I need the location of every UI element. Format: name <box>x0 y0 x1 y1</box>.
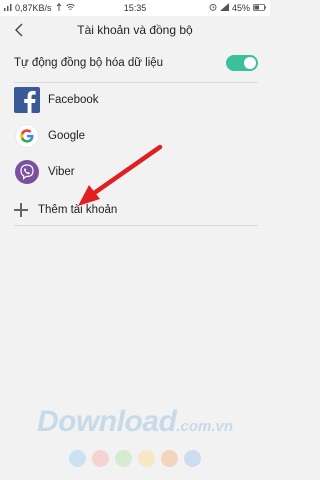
account-name: Google <box>48 130 86 142</box>
account-name: Facebook <box>48 94 99 106</box>
status-bar: 0,87KB/s 15:35 45% <box>0 0 270 16</box>
account-name: Viber <box>48 166 75 178</box>
auto-sync-row: Tự động đồng bộ hóa dữ liệu <box>14 50 258 76</box>
watermark: Download.com.vn <box>0 405 270 439</box>
watermark-dot <box>115 450 132 467</box>
viber-icon <box>14 159 40 185</box>
auto-sync-label: Tự động đồng bộ hóa dữ liệu <box>14 57 164 69</box>
add-account-label: Thêm tài khoản <box>38 204 118 216</box>
watermark-dot <box>92 450 109 467</box>
auto-sync-toggle[interactable] <box>226 55 258 71</box>
google-icon <box>14 123 40 149</box>
watermark-dot <box>184 450 201 467</box>
account-item-viber[interactable]: Viber <box>14 155 258 189</box>
toggle-knob <box>244 57 256 69</box>
alarm-icon <box>209 3 217 13</box>
header: Tài khoản và đồng bộ <box>0 16 270 44</box>
account-item-facebook[interactable]: Facebook <box>14 83 258 117</box>
watermark-suffix: .com.vn <box>176 418 233 435</box>
signal-icon <box>219 3 229 13</box>
watermark-text: Download <box>36 405 177 438</box>
divider <box>14 225 258 226</box>
watermark-dot <box>161 450 178 467</box>
status-right: 45% <box>209 3 266 13</box>
facebook-icon <box>14 87 40 113</box>
watermark-dot <box>138 450 155 467</box>
battery-percent: 45% <box>231 3 250 13</box>
watermark-dot <box>69 450 86 467</box>
plus-icon <box>14 203 28 217</box>
account-item-google[interactable]: Google <box>14 119 258 153</box>
battery-icon <box>253 3 266 13</box>
add-account-button[interactable]: Thêm tài khoản <box>14 196 258 224</box>
page-title: Tài khoản và đồng bộ <box>77 23 193 37</box>
watermark-dots <box>0 450 270 467</box>
